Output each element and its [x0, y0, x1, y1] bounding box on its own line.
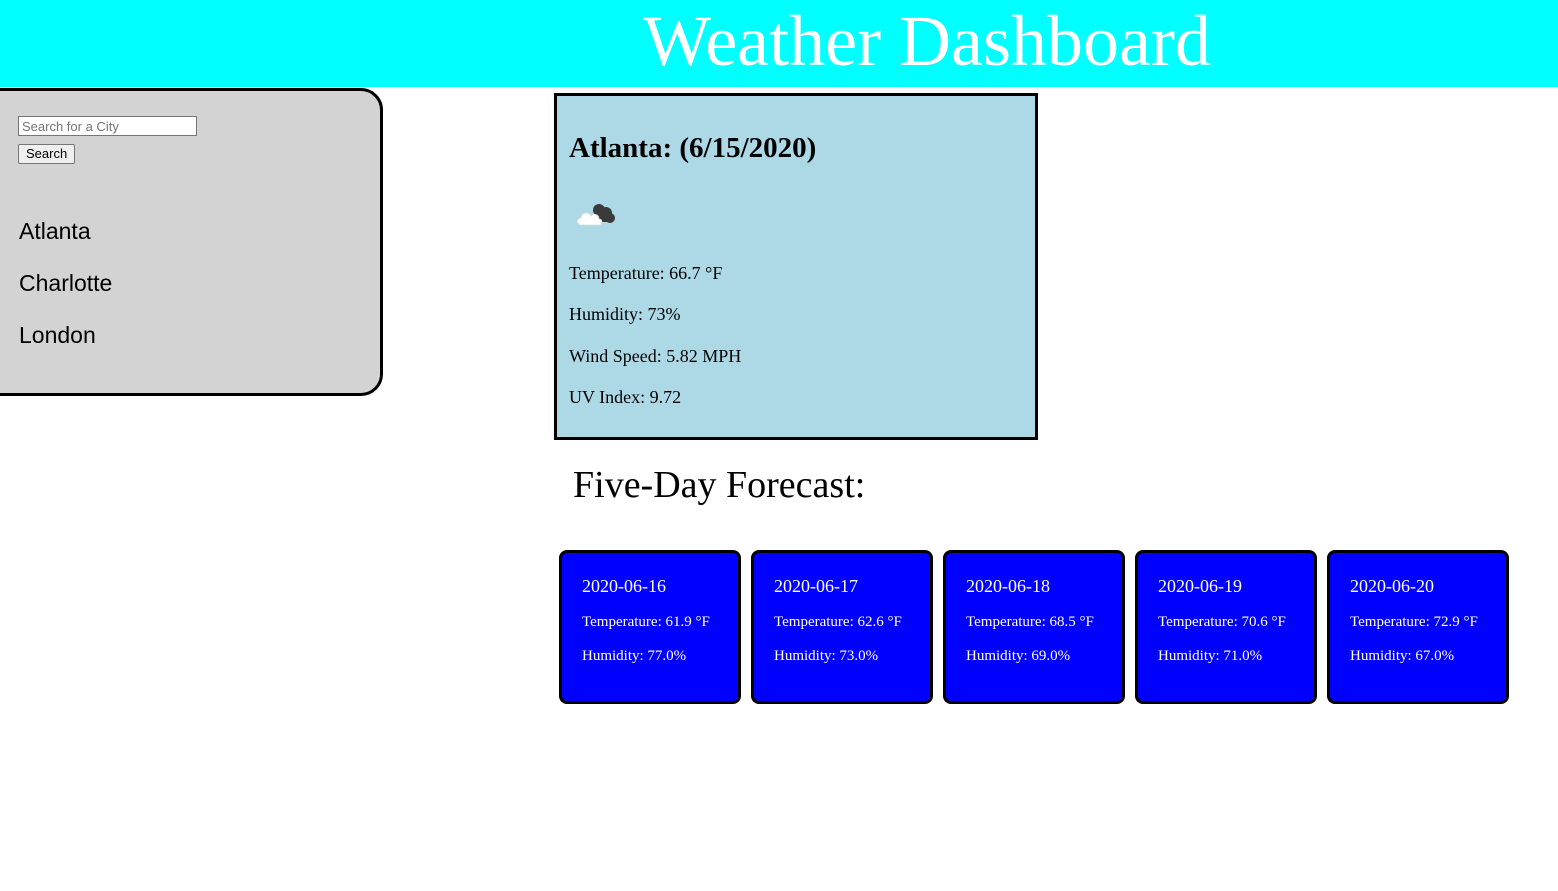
current-wind-speed: Wind Speed: 5.82 MPH	[569, 346, 742, 366]
city-history-list: Atlanta Charlotte London	[19, 217, 112, 373]
forecast-card: 2020-06-18 Temperature: 68.5 °F Humidity…	[943, 550, 1125, 704]
current-humidity: Humidity: 73%	[569, 304, 681, 324]
forecast-date: 2020-06-19	[1158, 576, 1242, 596]
forecast-humidity: Humidity: 69.0%	[966, 648, 1071, 664]
forecast-date: 2020-06-17	[774, 576, 858, 596]
forecast-temperature: Temperature: 62.6 °F	[774, 614, 902, 630]
forecast-card: 2020-06-20 Temperature: 72.9 °F Humidity…	[1327, 550, 1509, 704]
current-city-title: Atlanta: (6/15/2020)	[569, 132, 817, 164]
forecast-humidity: Humidity: 73.0%	[774, 648, 879, 664]
current-uv-index: UV Index: 9.72	[569, 387, 682, 407]
current-temperature: Temperature: 66.7 °F	[569, 263, 723, 283]
forecast-humidity: Humidity: 67.0%	[1350, 648, 1455, 664]
forecast-card: 2020-06-16 Temperature: 61.9 °F Humidity…	[559, 550, 741, 704]
forecast-heading: Five-Day Forecast:	[573, 464, 866, 506]
forecast-card: 2020-06-17 Temperature: 62.6 °F Humidity…	[751, 550, 933, 704]
city-search-input[interactable]	[18, 116, 197, 136]
city-item-atlanta[interactable]: Atlanta	[19, 217, 112, 269]
page-title: Weather Dashboard	[643, 1, 1211, 81]
forecast-row: 2020-06-16 Temperature: 61.9 °F Humidity…	[559, 550, 1519, 704]
forecast-card: 2020-06-19 Temperature: 70.6 °F Humidity…	[1135, 550, 1317, 704]
forecast-date: 2020-06-20	[1350, 576, 1434, 596]
search-button[interactable]: Search	[18, 144, 76, 164]
city-item-charlotte[interactable]: Charlotte	[19, 269, 112, 321]
header-bar: Weather Dashboard	[0, 0, 1558, 87]
forecast-date: 2020-06-18	[966, 576, 1050, 596]
forecast-temperature: Temperature: 68.5 °F	[966, 614, 1094, 630]
forecast-temperature: Temperature: 72.9 °F	[1350, 614, 1478, 630]
cloudy-icon	[576, 204, 615, 226]
forecast-humidity: Humidity: 71.0%	[1158, 648, 1263, 664]
forecast-date: 2020-06-16	[582, 576, 666, 596]
forecast-humidity: Humidity: 77.0%	[582, 648, 687, 664]
forecast-temperature: Temperature: 70.6 °F	[1158, 614, 1286, 630]
forecast-temperature: Temperature: 61.9 °F	[582, 614, 710, 630]
current-weather-card: Atlanta: (6/15/2020) Temperature: 66.7 °…	[554, 93, 1038, 440]
search-sidebar: Search Atlanta Charlotte London	[0, 88, 383, 396]
city-item-london[interactable]: London	[19, 321, 112, 373]
